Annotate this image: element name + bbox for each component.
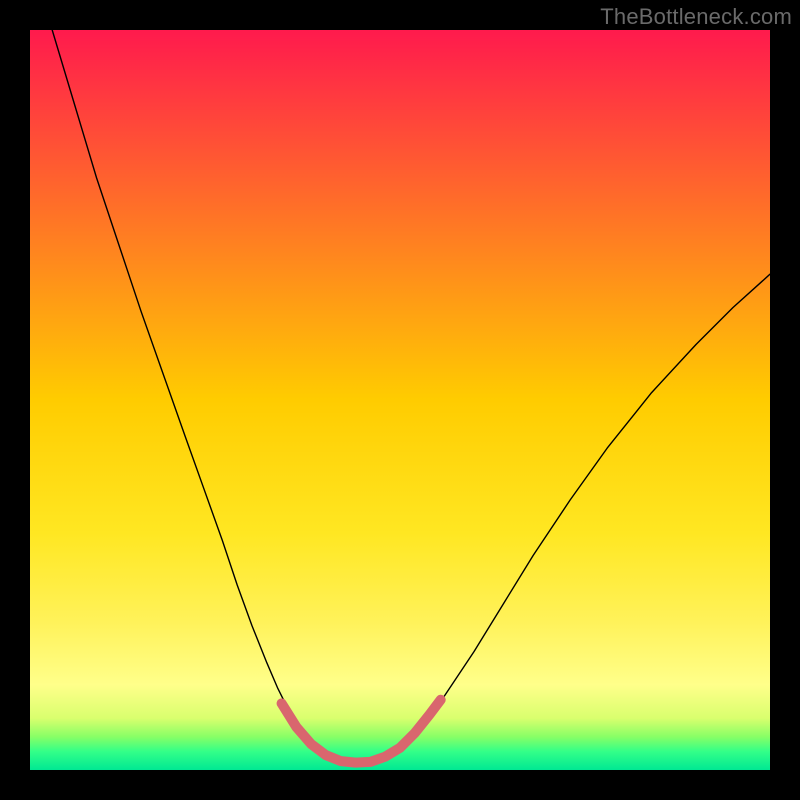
chart-frame: TheBottleneck.com — [0, 0, 800, 800]
plot-area — [30, 30, 770, 770]
watermark-text: TheBottleneck.com — [600, 4, 792, 30]
gradient-background — [30, 30, 770, 770]
chart-svg — [30, 30, 770, 770]
